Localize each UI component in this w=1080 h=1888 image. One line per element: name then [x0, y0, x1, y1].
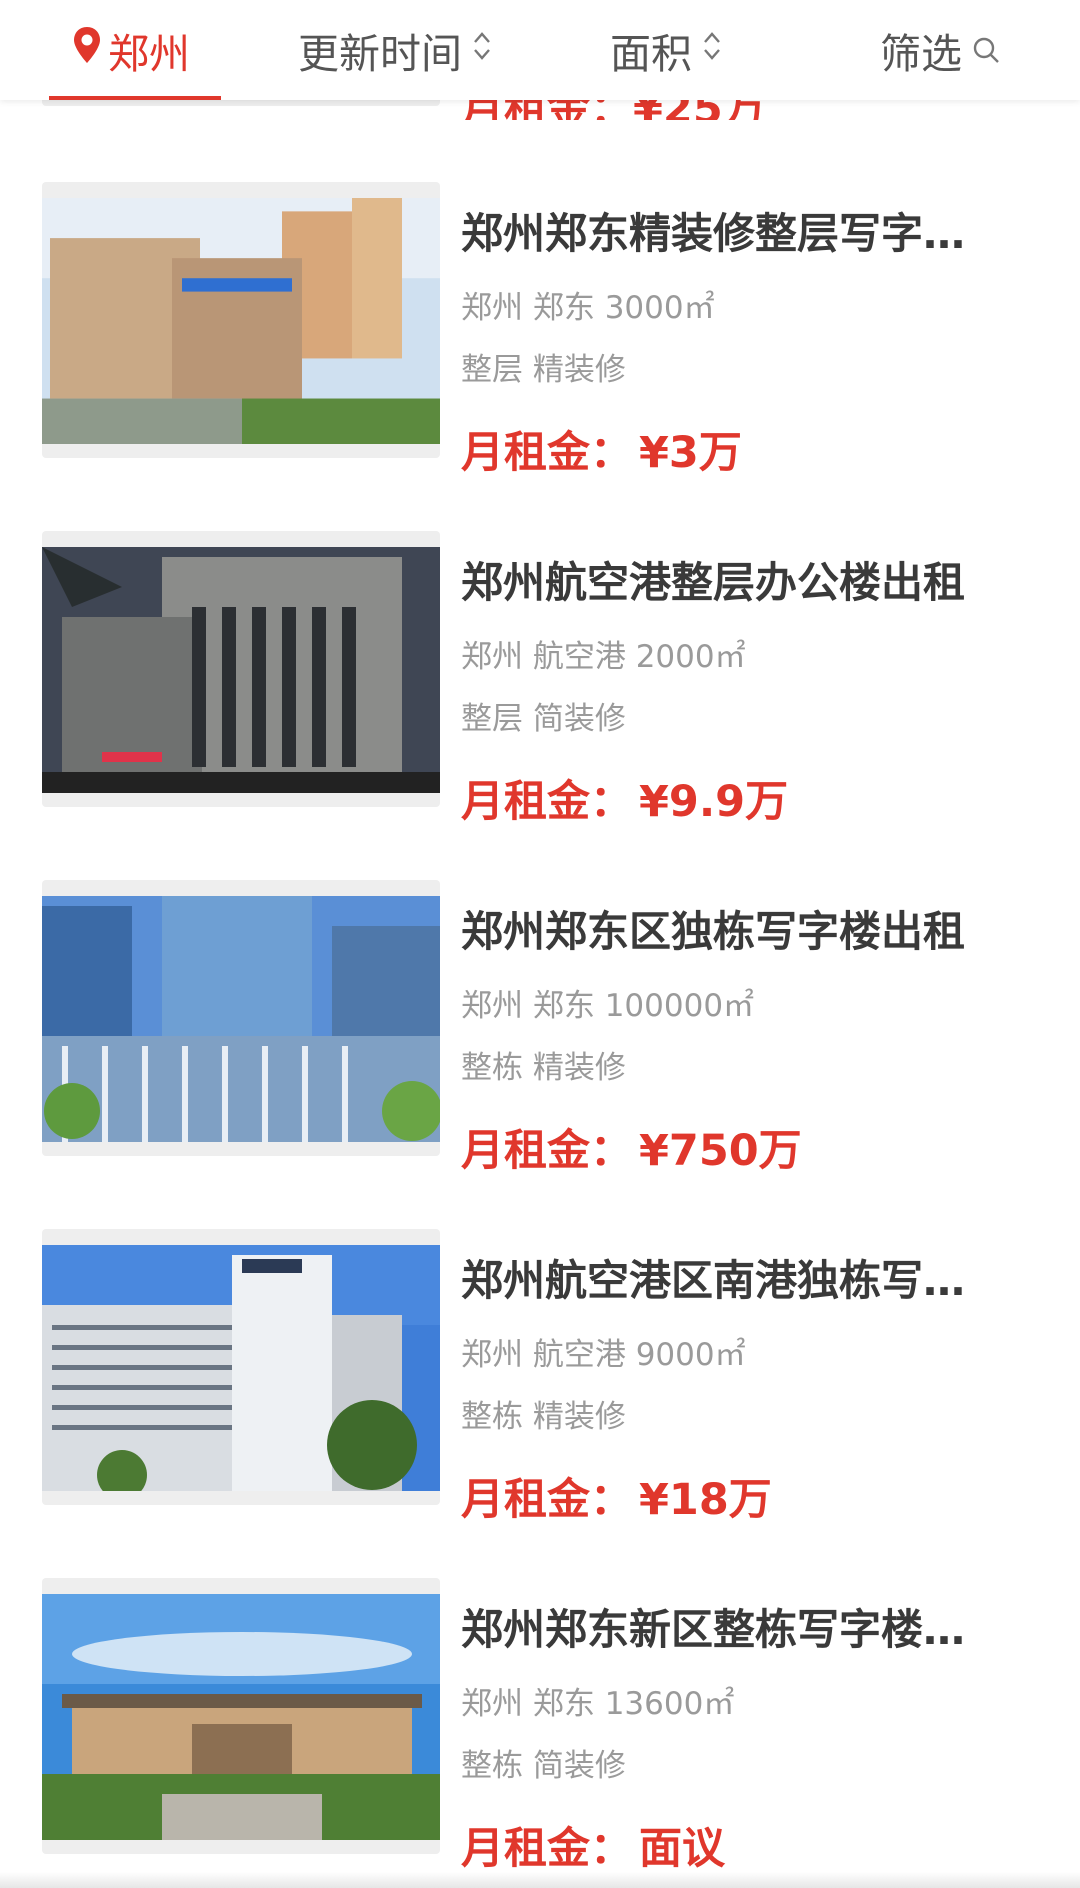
tab-area[interactable]: 面积: [610, 0, 722, 100]
building-photo: [42, 547, 440, 793]
listing-location-area: 郑州 郑东 3000㎡: [461, 290, 715, 326]
building-photo: [42, 1594, 440, 1840]
listing-price: 月租金： ¥18万: [461, 1475, 772, 1525]
tab-update-time[interactable]: 更新时间: [298, 0, 492, 100]
building-photo: [42, 896, 440, 1142]
tab-city-label: 郑州: [108, 30, 190, 78]
listing-thumbnail: [42, 182, 440, 458]
listing-thumbnail: [42, 531, 440, 807]
tab-city[interactable]: 郑州: [72, 0, 190, 100]
listing-card[interactable]: 郑州郑东区独栋写字楼出租 郑州 郑东 100000㎡ 整栋 精装修 月租金： ¥7…: [0, 880, 1080, 1180]
active-tab-indicator: [49, 96, 221, 100]
listing-tags: 整层 简装修: [461, 701, 626, 737]
listing-title[interactable]: 郑州航空港区南港独栋写字楼: [461, 1247, 1001, 1308]
listing-title[interactable]: 郑州郑东精装修整层写字楼出租: [461, 200, 1001, 261]
sort-icon: [702, 26, 722, 74]
search-icon: [972, 26, 1000, 74]
listing-tags: 整栋 精装修: [461, 1399, 626, 1435]
listing-card[interactable]: 郑州航空港区南港独栋写字楼 郑州 航空港 9000㎡ 整栋 精装修 月租金： ¥1…: [0, 1229, 1080, 1529]
bottom-edge: [0, 1872, 1080, 1888]
listing-tags: 整栋 简装修: [461, 1748, 626, 1784]
location-pin-icon: [72, 26, 102, 74]
listing-price: 月租金： ¥9.9万: [461, 777, 789, 827]
sort-icon: [472, 26, 492, 74]
listing-card[interactable]: 郑州郑东精装修整层写字楼出租 郑州 郑东 3000㎡ 整层 精装修 月租金： ¥3…: [0, 182, 1080, 482]
tab-filter[interactable]: 筛选: [880, 0, 1000, 100]
listing-price: 月租金： 面议: [461, 1824, 725, 1874]
listing-thumbnail: [42, 880, 440, 1156]
building-photo: [42, 198, 440, 444]
listing-price: 月租金： ¥750万: [461, 1126, 802, 1176]
tab-filter-label: 筛选: [880, 30, 962, 78]
listing-title[interactable]: 郑州郑东新区整栋写字楼出租: [461, 1596, 1001, 1657]
listing-price: 月租金： ¥3万: [461, 428, 742, 478]
building-photo: [42, 1245, 440, 1491]
listing-card[interactable]: 郑州郑东新区整栋写字楼出租 郑州 郑东 13600㎡ 整栋 简装修 月租金： 面议: [0, 1578, 1080, 1878]
tab-area-label: 面积: [610, 30, 692, 78]
filter-bar: 郑州 更新时间 面积 筛选: [0, 0, 1080, 100]
listing-thumbnail: [42, 1578, 440, 1854]
listing-location-area: 郑州 郑东 100000㎡: [461, 988, 755, 1024]
listing-title[interactable]: 郑州航空港整层办公楼出租: [461, 549, 1001, 610]
tab-update-time-label: 更新时间: [298, 30, 462, 78]
listing-card[interactable]: 郑州航空港整层办公楼出租 郑州 航空港 2000㎡ 整层 简装修 月租金： ¥9.…: [0, 531, 1080, 831]
listing-location-area: 郑州 航空港 2000㎡: [461, 639, 746, 675]
listing-tags: 整层 精装修: [461, 352, 626, 388]
listing-tags: 整栋 精装修: [461, 1050, 626, 1086]
listing-thumbnail: [42, 1229, 440, 1505]
listing-location-area: 郑州 郑东 13600㎡: [461, 1686, 735, 1722]
listing-title[interactable]: 郑州郑东区独栋写字楼出租: [461, 898, 1001, 959]
listing-location-area: 郑州 航空港 9000㎡: [461, 1337, 746, 1373]
